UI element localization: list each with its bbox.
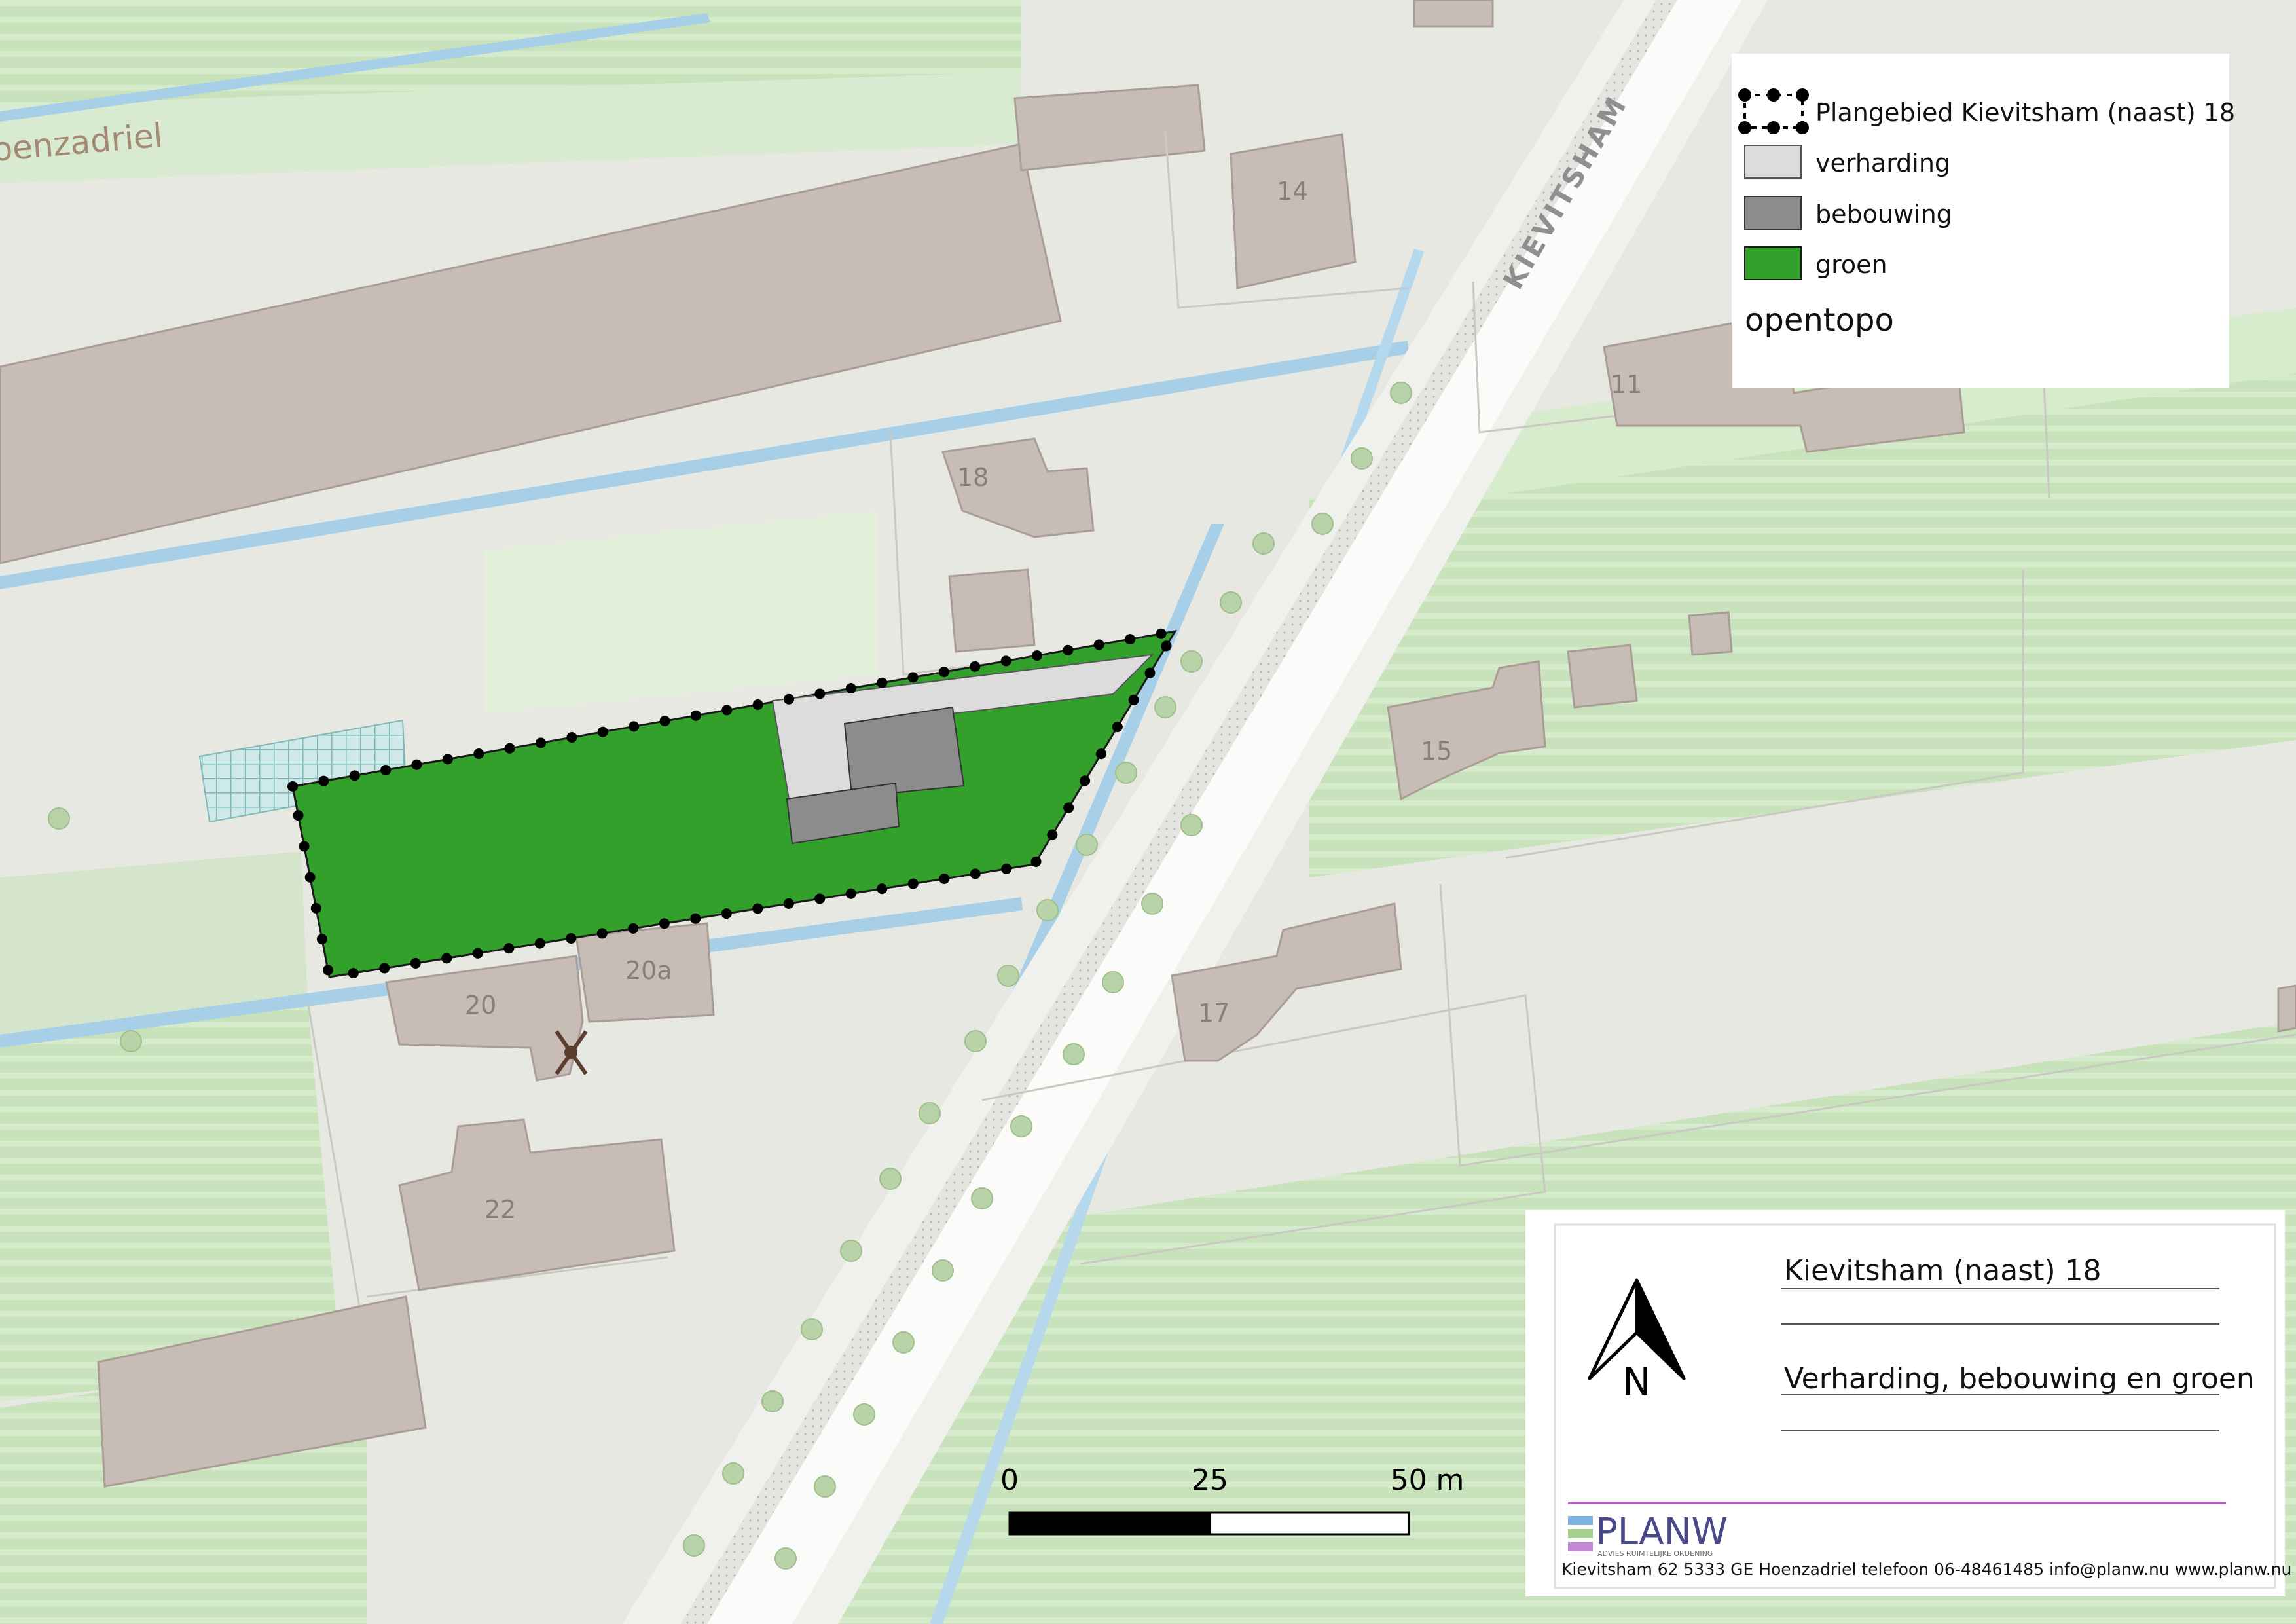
bebouwing-swatch (1744, 196, 1802, 230)
scale-bar-segment-white (1209, 1511, 1410, 1536)
map-canvas: oenzadriel KIEVITSHAM 14 11 18 15 17 20 … (0, 0, 2296, 1624)
house-east-edge (2277, 984, 2296, 1033)
verharding-swatch (1744, 145, 1802, 179)
house-number-15: 15 (1421, 737, 1452, 766)
house-number-17: 17 (1198, 999, 1230, 1027)
house-number-11: 11 (1611, 370, 1642, 399)
shed-18 (948, 568, 1036, 653)
logo-text: PLANW (1595, 1511, 1728, 1553)
shed-15b (1688, 611, 1733, 656)
house-number-20: 20 (465, 991, 496, 1020)
legend-label-groen: groen (1815, 250, 1887, 279)
legend-label-plangebied: Plangebied Kievitsham (naast) 18 (1815, 98, 2235, 127)
legend: Plangebied Kievitsham (naast) 18 verhard… (1732, 54, 2235, 388)
house-number-18: 18 (957, 463, 989, 492)
north-label: N (1622, 1359, 1650, 1404)
shed-top (1413, 0, 1494, 28)
legend-item-bebouwing: bebouwing (1744, 196, 1952, 230)
legend-item-groen: groen (1744, 246, 1887, 280)
legend-label-bebouwing: bebouwing (1815, 200, 1952, 229)
footer-contact: Kievitsham 62 5333 GE Hoenzadriel telefo… (1561, 1560, 2291, 1579)
scale-bar-segment-black (1008, 1511, 1211, 1536)
logo-tagline: ADVIES RUIMTELIJKE ORDENING (1597, 1549, 1713, 1558)
title-text: Kievitsham (naast) 18 (1784, 1254, 2102, 1287)
house-14 (1230, 133, 1357, 289)
title-block: N Kievitsham (naast) 18 Verharding, bebo… (1525, 1210, 2291, 1596)
house-number-14: 14 (1277, 177, 1308, 206)
scale-tick-25: 25 (1192, 1464, 1228, 1497)
legend-item-verharding: verharding (1744, 145, 1950, 179)
scale-tick-50: 50 m (1391, 1464, 1465, 1497)
legend-basemap-label: opentopo (1745, 302, 1894, 339)
house-number-20a: 20a (625, 956, 672, 985)
groen-swatch (1744, 246, 1802, 280)
subtitle-text: Verharding, bebouwing en groen (1784, 1362, 2255, 1395)
planw-logo: PLANW ADVIES RUIMTELIJKE ORDENING (1568, 1511, 1728, 1558)
shed-15a (1567, 644, 1638, 709)
house-number-22: 22 (484, 1195, 516, 1224)
legend-label-verharding: verharding (1815, 149, 1950, 177)
scale-tick-0: 0 (1000, 1464, 1019, 1497)
